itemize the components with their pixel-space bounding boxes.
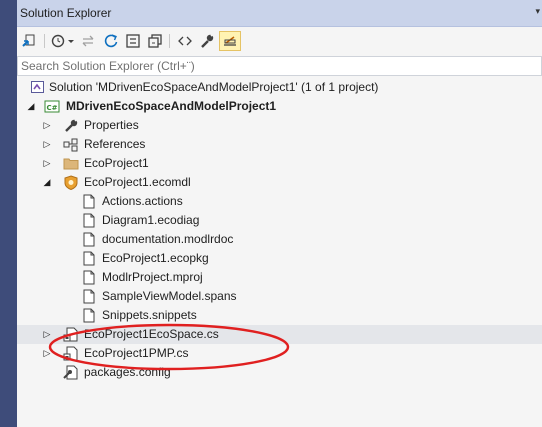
ecomdl-child-label: EcoProject1.ecopkg — [102, 251, 209, 265]
tree-item-ecomdl-child[interactable]: Actions.actions — [17, 192, 542, 211]
refresh-icon[interactable] — [101, 31, 121, 51]
svg-text:C#: C# — [46, 104, 57, 112]
tree-item-ecomdl-child[interactable]: Diagram1.ecodiag — [17, 211, 542, 230]
history-icon[interactable] — [49, 31, 77, 51]
cs-file-icon — [63, 346, 79, 361]
show-all-files-icon[interactable] — [145, 31, 165, 51]
preview-pin-icon[interactable] — [219, 31, 241, 51]
eco-folder-label: EcoProject1 — [84, 156, 149, 170]
tree-item-ecomdl-child[interactable]: SampleViewModel.spans — [17, 287, 542, 306]
collapsed-arrow-icon[interactable]: ▷ — [42, 328, 52, 340]
search-box[interactable] — [17, 56, 542, 76]
tree-item-ecomdl-child[interactable]: Snippets.snippets — [17, 306, 542, 325]
collapsed-arrow-icon[interactable]: ▷ — [42, 157, 52, 169]
collapsed-arrow-icon[interactable]: ▷ — [42, 347, 52, 359]
file-icon — [81, 308, 97, 323]
references-label: References — [84, 137, 146, 151]
tree-item-eco-folder[interactable]: ▷ EcoProject1 — [17, 154, 542, 173]
pmp-cs-label: EcoProject1PMP.cs — [84, 346, 189, 360]
csharp-project-icon: C# — [44, 99, 60, 114]
file-icon — [81, 194, 97, 209]
ecospace-cs-label: EcoProject1EcoSpace.cs — [84, 327, 219, 341]
file-icon — [81, 232, 97, 247]
ecomdl-shield-icon — [63, 175, 79, 191]
tree-item-ecomdl-child[interactable]: ModlrProject.mproj — [17, 268, 542, 287]
sync-icon[interactable] — [19, 31, 39, 51]
toolbar-separator — [169, 34, 170, 48]
toolbar-separator — [44, 34, 45, 48]
toolbar — [17, 28, 542, 54]
file-icon — [81, 270, 97, 285]
ecomdl-child-label: SampleViewModel.spans — [102, 289, 237, 303]
tree-item-project[interactable]: ◢ C# MDrivenEcoSpaceAndModelProject1 — [17, 97, 542, 116]
collapsed-arrow-icon[interactable]: ▷ — [42, 119, 52, 131]
references-icon — [63, 137, 79, 152]
solution-icon — [30, 80, 46, 95]
ecomdl-child-label: Diagram1.ecodiag — [102, 213, 200, 227]
packages-config-label: packages.config — [84, 365, 171, 379]
cs-file-icon — [63, 327, 79, 342]
tree-item-ecomdl-child[interactable]: EcoProject1.ecopkg — [17, 249, 542, 268]
file-icon — [81, 289, 97, 304]
wrench-icon — [63, 118, 79, 133]
window-dropdown-icon[interactable]: ▾ — [535, 6, 540, 17]
project-label: MDrivenEcoSpaceAndModelProject1 — [66, 99, 277, 113]
tree-item-references[interactable]: ▷ References — [17, 135, 542, 154]
expanded-arrow-icon[interactable]: ◢ — [42, 176, 52, 188]
collapse-all-icon[interactable] — [123, 31, 143, 51]
tree-item-ecomdl-child[interactable]: documentation.modlrdoc — [17, 230, 542, 249]
folder-icon — [63, 156, 79, 171]
code-icon[interactable] — [175, 31, 195, 51]
window-title: Solution Explorer — [20, 6, 112, 20]
collapsed-arrow-icon[interactable]: ▷ — [42, 138, 52, 150]
back-forward-icon[interactable] — [79, 31, 99, 51]
solution-explorer-panel: Solution Explorer ▾ Search Solution Expl… — [17, 0, 542, 427]
title-bar: Solution Explorer ▾ — [17, 0, 542, 27]
solution-label: Solution 'MDrivenEcoSpaceAndModelProject… — [49, 80, 379, 94]
tree-item-properties[interactable]: ▷ Properties — [17, 116, 542, 135]
properties-label: Properties — [84, 118, 139, 132]
ecomdl-child-label: Snippets.snippets — [102, 308, 197, 322]
properties-wrench-icon[interactable] — [197, 31, 217, 51]
ecomdl-child-label: documentation.modlrdoc — [102, 232, 234, 246]
tree-item-solution[interactable]: Solution 'MDrivenEcoSpaceAndModelProject… — [17, 78, 542, 97]
tree-item-ecomdl[interactable]: ◢ EcoProject1.ecomdl — [17, 173, 542, 192]
tree-item-pmp-cs[interactable]: ▷ EcoProject1PMP.cs — [17, 344, 542, 363]
tree-item-ecospace-cs[interactable]: ▷ EcoProject1EcoSpace.cs — [17, 325, 542, 344]
file-icon — [81, 251, 97, 266]
search-input[interactable] — [18, 57, 541, 75]
ecomdl-label: EcoProject1.ecomdl — [84, 175, 191, 189]
tree-item-packages-config[interactable]: packages.config — [17, 363, 542, 382]
expanded-arrow-icon[interactable]: ◢ — [26, 100, 36, 112]
left-strip — [0, 0, 17, 427]
ecomdl-child-label: Actions.actions — [102, 194, 183, 208]
config-file-icon — [63, 365, 79, 380]
file-icon — [81, 213, 97, 228]
ecomdl-child-label: ModlrProject.mproj — [102, 270, 203, 284]
